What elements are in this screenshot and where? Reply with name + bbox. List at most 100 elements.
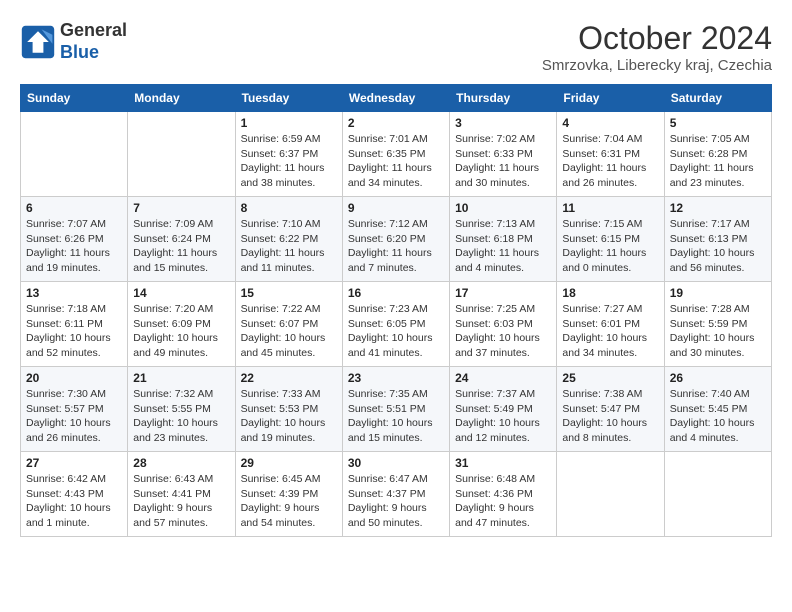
day-number: 20 [26, 371, 122, 385]
day-info: Sunrise: 7:30 AMSunset: 5:57 PMDaylight:… [26, 387, 122, 446]
month-title: October 2024 [542, 20, 772, 57]
day-info: Sunrise: 7:23 AMSunset: 6:05 PMDaylight:… [348, 302, 444, 361]
calendar-cell: 12 Sunrise: 7:17 AMSunset: 6:13 PMDayligh… [664, 197, 771, 282]
day-info: Sunrise: 7:05 AMSunset: 6:28 PMDaylight:… [670, 132, 766, 191]
day-info: Sunrise: 7:10 AMSunset: 6:22 PMDaylight:… [241, 217, 337, 276]
weekday-header: Wednesday [342, 85, 449, 112]
calendar-cell: 3Sunrise: 7:02 AMSunset: 6:33 PMDaylight… [450, 112, 557, 197]
day-number: 10 [455, 201, 551, 215]
day-info: Sunrise: 7:17 AMSunset: 6:13 PMDaylight:… [670, 217, 766, 276]
day-number: 28 [133, 456, 229, 470]
day-info: Sunrise: 7:37 AMSunset: 5:49 PMDaylight:… [455, 387, 551, 446]
day-info: Sunrise: 7:27 AMSunset: 6:01 PMDaylight:… [562, 302, 658, 361]
day-number: 13 [26, 286, 122, 300]
calendar-cell: 16 Sunrise: 7:23 AMSunset: 6:05 PMDayligh… [342, 282, 449, 367]
calendar-week-row: 1Sunrise: 6:59 AMSunset: 6:37 PMDaylight… [21, 112, 772, 197]
location: Smrzovka, Liberecky kraj, Czechia [542, 57, 772, 74]
weekday-header-row: SundayMondayTuesdayWednesdayThursdayFrid… [21, 85, 772, 112]
calendar-cell: 11Sunrise: 7:15 AMSunset: 6:15 PMDayligh… [557, 197, 664, 282]
day-number: 5 [670, 116, 766, 130]
day-info: Sunrise: 7:38 AMSunset: 5:47 PMDaylight:… [562, 387, 658, 446]
calendar-cell: 20 Sunrise: 7:30 AMSunset: 5:57 PMDayligh… [21, 367, 128, 452]
day-info: Sunrise: 7:25 AMSunset: 6:03 PMDaylight:… [455, 302, 551, 361]
day-info: Sunrise: 6:45 AMSunset: 4:39 PMDaylight:… [241, 472, 337, 531]
calendar-cell: 13 Sunrise: 7:18 AMSunset: 6:11 PMDayligh… [21, 282, 128, 367]
calendar-cell: 30 Sunrise: 6:47 AMSunset: 4:37 PMDayligh… [342, 452, 449, 537]
calendar-cell: 19Sunrise: 7:28 AMSunset: 5:59 PMDayligh… [664, 282, 771, 367]
day-info: Sunrise: 7:15 AMSunset: 6:15 PMDaylight:… [562, 217, 658, 276]
day-info: Sunrise: 6:48 AMSunset: 4:36 PMDaylight:… [455, 472, 551, 531]
day-number: 15 [241, 286, 337, 300]
calendar-table: SundayMondayTuesdayWednesdayThursdayFrid… [20, 84, 772, 537]
day-number: 12 [670, 201, 766, 215]
calendar-cell: 24 Sunrise: 7:37 AMSunset: 5:49 PMDayligh… [450, 367, 557, 452]
logo-general: General [60, 20, 127, 40]
day-number: 9 [348, 201, 444, 215]
day-number: 21 [133, 371, 229, 385]
calendar-cell: 21 Sunrise: 7:32 AMSunset: 5:55 PMDayligh… [128, 367, 235, 452]
weekday-header: Sunday [21, 85, 128, 112]
calendar-cell: 5 Sunrise: 7:05 AMSunset: 6:28 PMDaylight… [664, 112, 771, 197]
calendar-cell: 14Sunrise: 7:20 AMSunset: 6:09 PMDayligh… [128, 282, 235, 367]
day-number: 25 [562, 371, 658, 385]
day-number: 30 [348, 456, 444, 470]
weekday-header: Thursday [450, 85, 557, 112]
calendar-week-row: 6 Sunrise: 7:07 AMSunset: 6:26 PMDaylight… [21, 197, 772, 282]
page-header: General Blue October 2024 Smrzovka, Libe… [20, 20, 772, 74]
day-number: 22 [241, 371, 337, 385]
day-number: 31 [455, 456, 551, 470]
day-number: 16 [348, 286, 444, 300]
calendar-cell [128, 112, 235, 197]
day-number: 19 [670, 286, 766, 300]
day-info: Sunrise: 7:33 AMSunset: 5:53 PMDaylight:… [241, 387, 337, 446]
calendar-cell: 15 Sunrise: 7:22 AMSunset: 6:07 PMDayligh… [235, 282, 342, 367]
day-info: Sunrise: 7:09 AMSunset: 6:24 PMDaylight:… [133, 217, 229, 276]
day-info: Sunrise: 7:07 AMSunset: 6:26 PMDaylight:… [26, 217, 122, 276]
day-number: 8 [241, 201, 337, 215]
day-info: Sunrise: 7:01 AMSunset: 6:35 PMDaylight:… [348, 132, 444, 191]
weekday-header: Friday [557, 85, 664, 112]
day-number: 17 [455, 286, 551, 300]
day-number: 29 [241, 456, 337, 470]
calendar-cell: 22 Sunrise: 7:33 AMSunset: 5:53 PMDayligh… [235, 367, 342, 452]
title-block: October 2024 Smrzovka, Liberecky kraj, C… [542, 20, 772, 74]
day-info: Sunrise: 6:47 AMSunset: 4:37 PMDaylight:… [348, 472, 444, 531]
calendar-cell: 2 Sunrise: 7:01 AMSunset: 6:35 PMDaylight… [342, 112, 449, 197]
day-number: 26 [670, 371, 766, 385]
day-info: Sunrise: 7:04 AMSunset: 6:31 PMDaylight:… [562, 132, 658, 191]
calendar-cell: 27 Sunrise: 6:42 AMSunset: 4:43 PMDayligh… [21, 452, 128, 537]
day-info: Sunrise: 7:12 AMSunset: 6:20 PMDaylight:… [348, 217, 444, 276]
calendar-week-row: 13 Sunrise: 7:18 AMSunset: 6:11 PMDayligh… [21, 282, 772, 367]
day-info: Sunrise: 6:42 AMSunset: 4:43 PMDaylight:… [26, 472, 122, 531]
day-info: Sunrise: 7:22 AMSunset: 6:07 PMDaylight:… [241, 302, 337, 361]
weekday-header: Monday [128, 85, 235, 112]
calendar-week-row: 27 Sunrise: 6:42 AMSunset: 4:43 PMDayligh… [21, 452, 772, 537]
calendar-cell: 8 Sunrise: 7:10 AMSunset: 6:22 PMDaylight… [235, 197, 342, 282]
day-info: Sunrise: 7:32 AMSunset: 5:55 PMDaylight:… [133, 387, 229, 446]
day-info: Sunrise: 6:59 AMSunset: 6:37 PMDaylight:… [241, 132, 337, 191]
day-number: 18 [562, 286, 658, 300]
logo-icon [20, 24, 56, 60]
calendar-cell: 10Sunrise: 7:13 AMSunset: 6:18 PMDayligh… [450, 197, 557, 282]
calendar-cell: 6 Sunrise: 7:07 AMSunset: 6:26 PMDaylight… [21, 197, 128, 282]
day-info: Sunrise: 7:20 AMSunset: 6:09 PMDaylight:… [133, 302, 229, 361]
calendar-cell: 28Sunrise: 6:43 AMSunset: 4:41 PMDayligh… [128, 452, 235, 537]
calendar-cell: 9 Sunrise: 7:12 AMSunset: 6:20 PMDaylight… [342, 197, 449, 282]
day-info: Sunrise: 7:35 AMSunset: 5:51 PMDaylight:… [348, 387, 444, 446]
day-number: 24 [455, 371, 551, 385]
weekday-header: Saturday [664, 85, 771, 112]
calendar-cell: 26Sunrise: 7:40 AMSunset: 5:45 PMDayligh… [664, 367, 771, 452]
calendar-cell: 23Sunrise: 7:35 AMSunset: 5:51 PMDayligh… [342, 367, 449, 452]
day-number: 3 [455, 116, 551, 130]
logo: General Blue [20, 20, 127, 63]
logo-text: General Blue [60, 20, 127, 63]
day-number: 6 [26, 201, 122, 215]
logo-blue: Blue [60, 42, 99, 62]
calendar-cell: 18 Sunrise: 7:27 AMSunset: 6:01 PMDayligh… [557, 282, 664, 367]
day-number: 27 [26, 456, 122, 470]
day-info: Sunrise: 7:18 AMSunset: 6:11 PMDaylight:… [26, 302, 122, 361]
calendar-cell: 1Sunrise: 6:59 AMSunset: 6:37 PMDaylight… [235, 112, 342, 197]
calendar-cell [21, 112, 128, 197]
calendar-cell: 4Sunrise: 7:04 AMSunset: 6:31 PMDaylight… [557, 112, 664, 197]
day-number: 2 [348, 116, 444, 130]
